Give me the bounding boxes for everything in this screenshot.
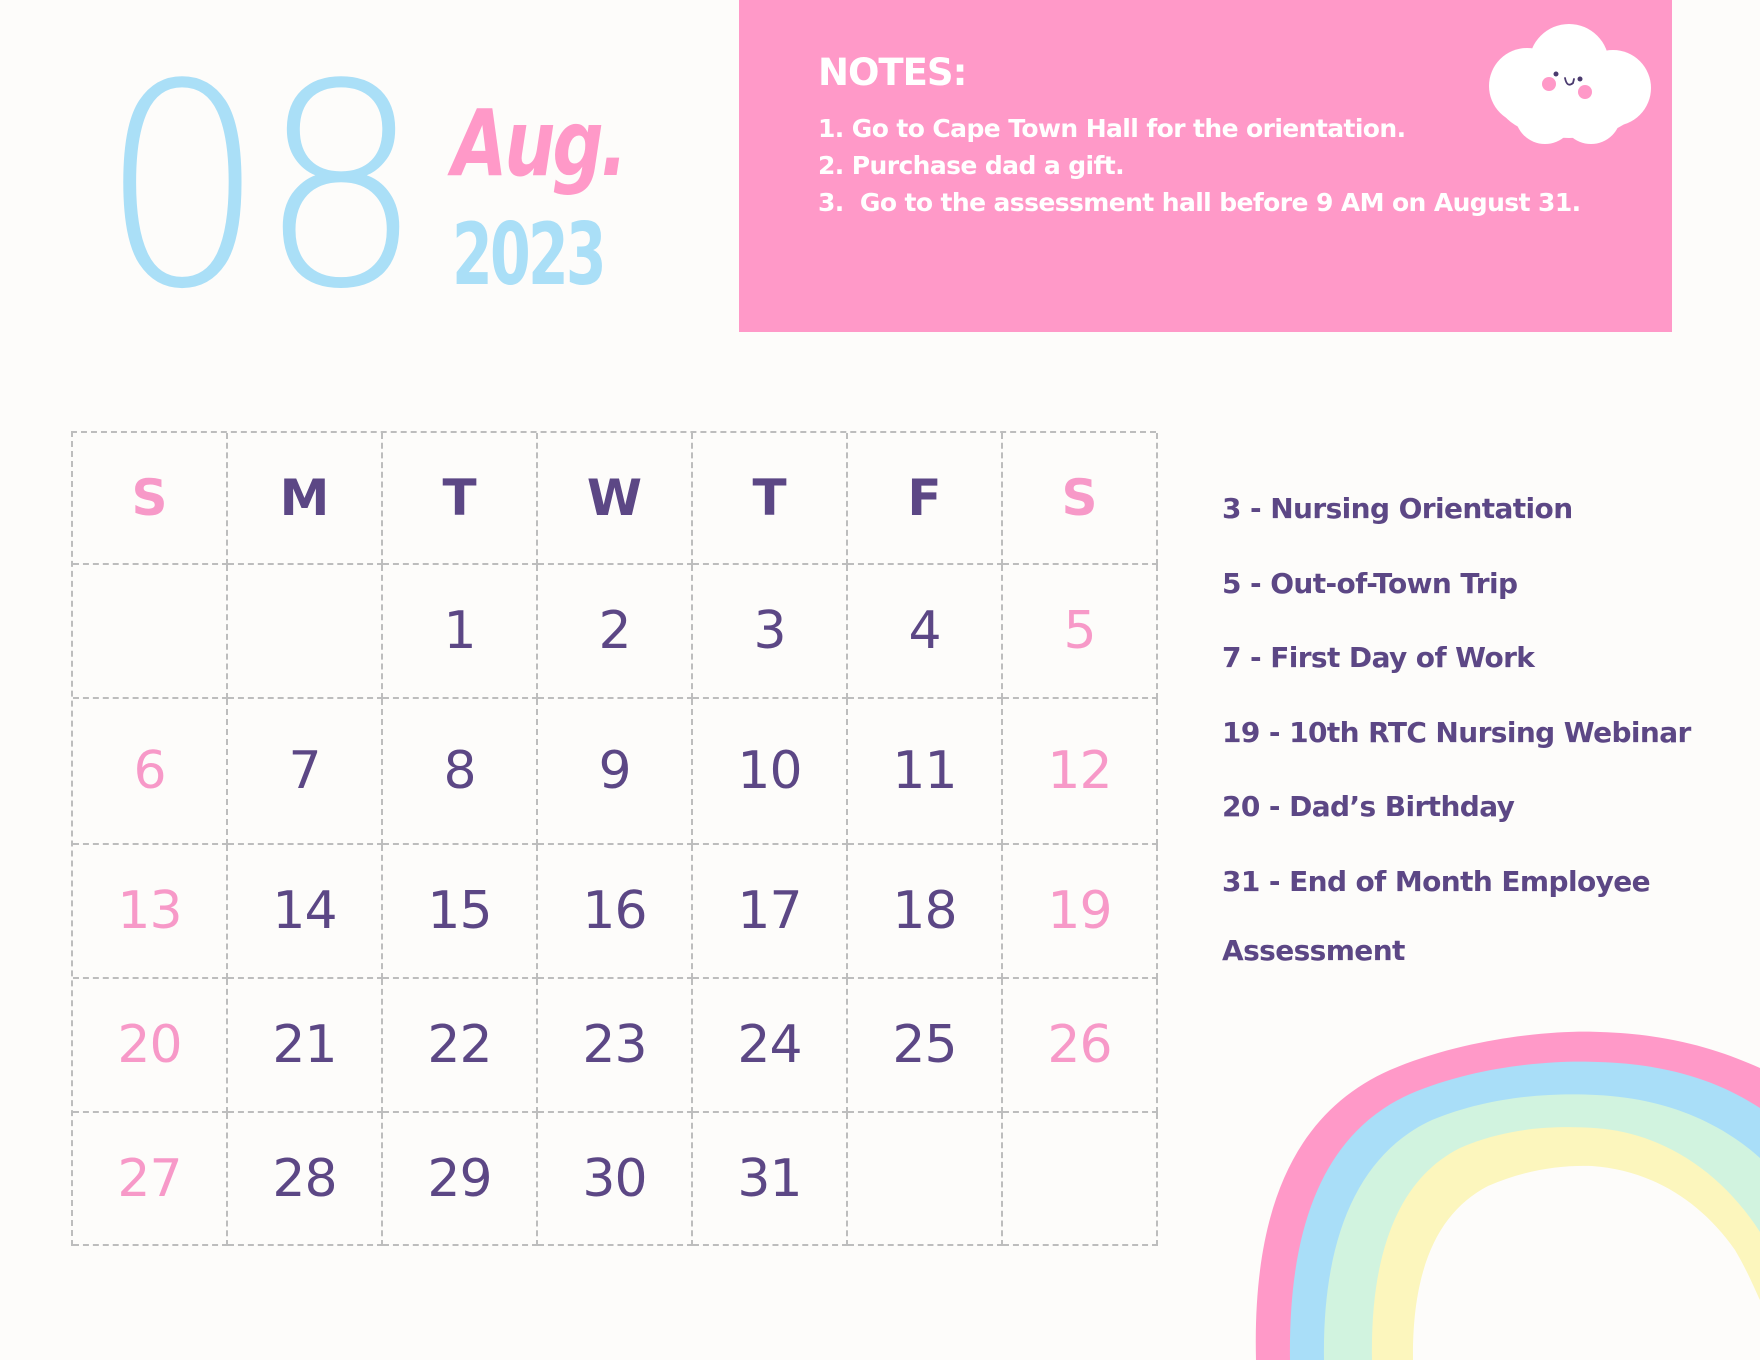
day-cell	[1003, 1113, 1158, 1246]
day-cell: 26	[1003, 979, 1158, 1113]
day-cell: 12	[1003, 699, 1158, 845]
rainbow-band-pink	[1255, 1031, 1760, 1360]
weekday-header-sunday: S	[73, 433, 228, 565]
weekday-header-thursday: T	[693, 433, 848, 565]
day-cell: 27	[73, 1113, 228, 1246]
event-item: 20 - Dad’s Birthday	[1222, 790, 1515, 823]
note-item: 3. Go to the assessment hall before 9 AM…	[818, 188, 1581, 217]
day-cell: 28	[228, 1113, 383, 1246]
event-item: 31 - End of Month Employee	[1222, 864, 1651, 898]
cloud-eye-right	[1577, 76, 1583, 82]
day-cell: 9	[538, 699, 693, 845]
event-item: 5 - Out-of-Town Trip	[1222, 566, 1518, 600]
day-cell: 7	[228, 699, 383, 845]
rainbow-band-blue	[1289, 1061, 1760, 1360]
day-cell: 13	[73, 845, 228, 979]
day-cell: 31	[693, 1113, 848, 1246]
day-cell: 23	[538, 979, 693, 1113]
day-cell: 21	[228, 979, 383, 1113]
day-cell: 4	[848, 565, 1003, 699]
day-cell: 2	[538, 565, 693, 699]
notes-title: NOTES:	[818, 51, 967, 94]
day-cell: 18	[848, 845, 1003, 979]
note-item: 2. Purchase dad a gift.	[818, 151, 1125, 180]
month-number: 08	[100, 25, 424, 351]
weekday-header-saturday: S	[1003, 433, 1158, 565]
rainbow-band-yellow	[1371, 1127, 1760, 1360]
cloud-cheek-right	[1578, 85, 1592, 99]
day-cell: 3	[693, 565, 848, 699]
day-cell: 6	[73, 699, 228, 845]
event-item: 19 - 10th RTC Nursing Webinar	[1222, 715, 1691, 749]
event-item: 3 - Nursing Orientation	[1222, 492, 1573, 525]
year: 2023	[452, 205, 607, 305]
day-cell: 30	[538, 1113, 693, 1246]
event-item-continuation: Assessment	[1222, 933, 1405, 967]
day-cell: 16	[538, 845, 693, 979]
cloud-cheek-left	[1542, 77, 1556, 91]
day-cell	[73, 565, 228, 699]
weekday-header-friday: F	[848, 433, 1003, 565]
day-cell: 14	[228, 845, 383, 979]
month-abbreviation: Aug.	[452, 90, 628, 197]
day-cell: 17	[693, 845, 848, 979]
note-item: 1. Go to Cape Town Hall for the orientat…	[818, 114, 1406, 143]
day-cell: 24	[693, 979, 848, 1113]
event-item: 7 - First Day of Work	[1222, 641, 1535, 674]
day-cell: 22	[383, 979, 538, 1113]
day-cell: 15	[383, 845, 538, 979]
weekday-header-monday: M	[228, 433, 383, 565]
rainbow-inner-space	[1412, 1165, 1760, 1360]
weekday-header-wednesday: W	[538, 433, 693, 565]
day-cell: 29	[383, 1113, 538, 1246]
weekday-header-tuesday: T	[383, 433, 538, 565]
day-cell: 10	[693, 699, 848, 845]
notes-list: 1. Go to Cape Town Hall for the orientat…	[818, 110, 1581, 221]
day-cell	[228, 565, 383, 699]
day-cell: 11	[848, 699, 1003, 845]
day-cell: 8	[383, 699, 538, 845]
events-list: 3 - Nursing Orientation 5 - Out-of-Town …	[1222, 490, 1691, 969]
calendar-grid: S M T W T F S 1 2 3 4 5 6 7 8 9 10 11 12…	[71, 431, 1158, 1246]
cloud-icon	[1489, 24, 1651, 144]
day-cell: 5	[1003, 565, 1158, 699]
day-cell: 20	[73, 979, 228, 1113]
rainbow-band-mint	[1323, 1094, 1760, 1360]
day-cell: 19	[1003, 845, 1158, 979]
day-cell	[848, 1113, 1003, 1246]
notes-panel: NOTES: 1. Go to Cape Town Hall for the o…	[739, 0, 1672, 332]
cloud-eye-left	[1553, 71, 1559, 77]
day-cell: 1	[383, 565, 538, 699]
day-cell: 25	[848, 979, 1003, 1113]
